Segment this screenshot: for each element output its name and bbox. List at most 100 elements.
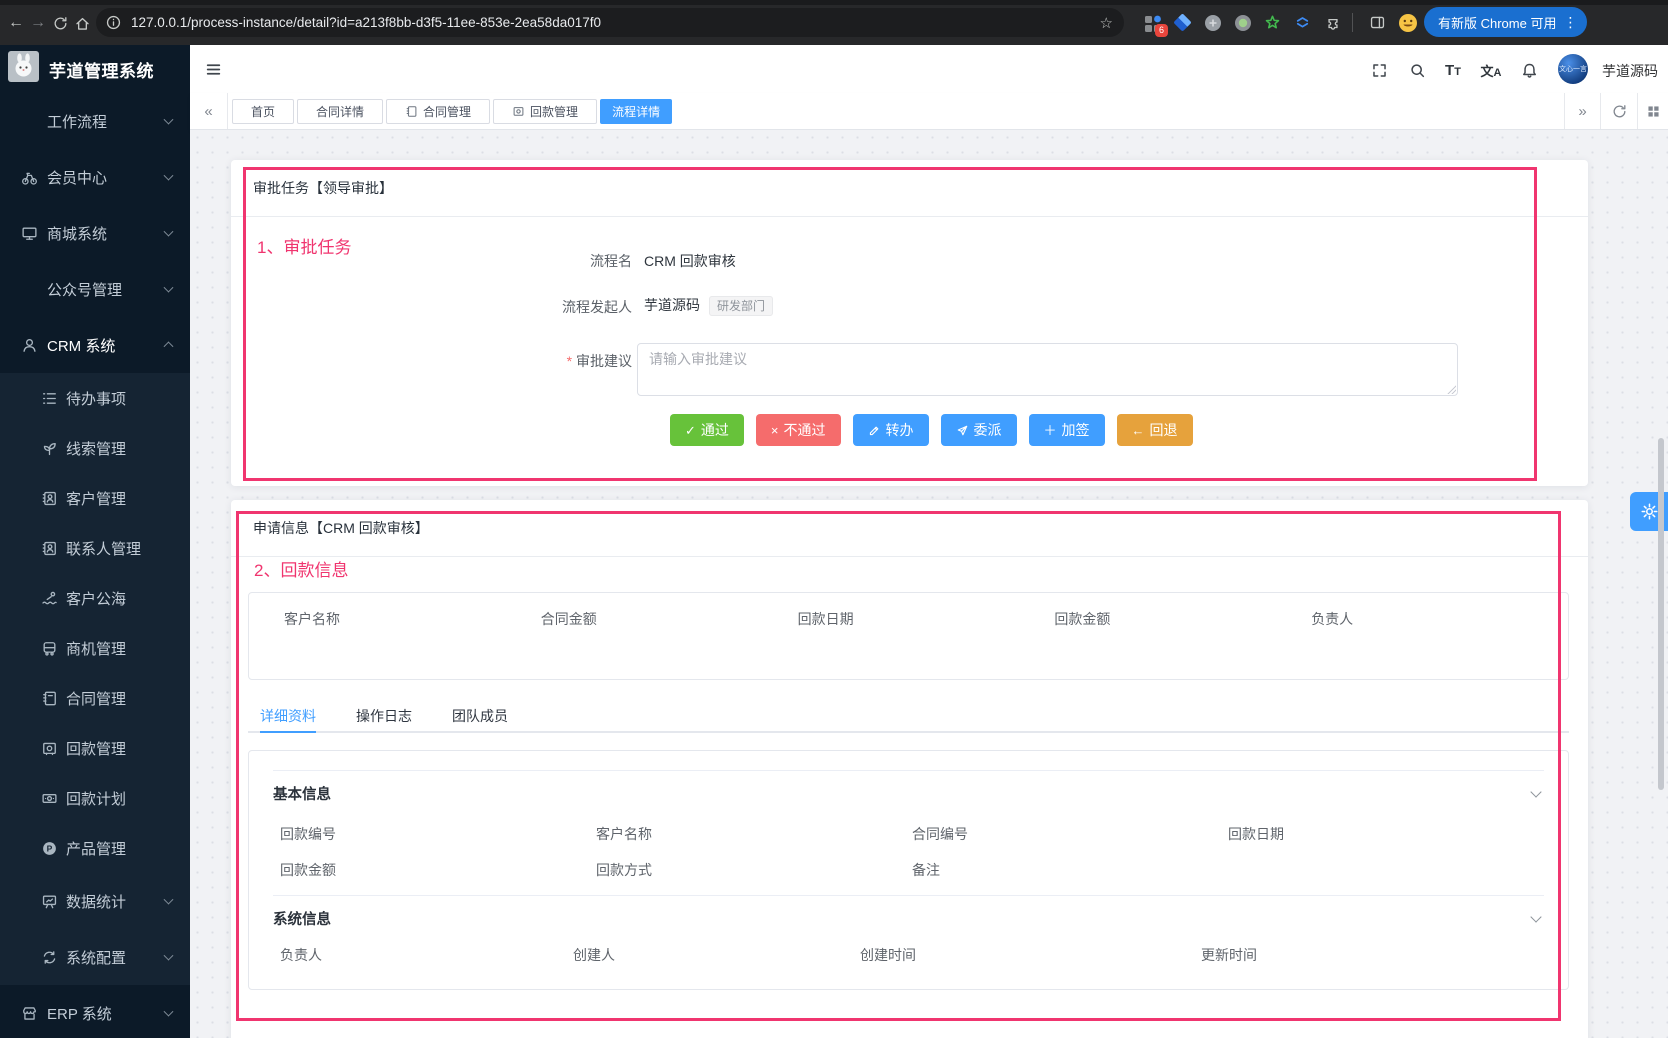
username[interactable]: 芋道源码 (1602, 61, 1658, 81)
col-contract-amount: 合同金额 (541, 609, 798, 629)
browser-menu-icon[interactable]: ⋮ (1563, 14, 1577, 31)
chrome-update-button[interactable]: 有新版 Chrome 可用 ⋮ (1424, 7, 1587, 37)
extension-star-icon[interactable] (1261, 11, 1284, 34)
initiator-name: 芋道源码 (644, 297, 700, 313)
chevron-down-icon (164, 115, 174, 125)
stats-icon (40, 892, 58, 910)
receivable-table: 客户名称 合同金额 回款日期 回款金额 负责人 (248, 592, 1569, 680)
contract-icon (405, 105, 418, 118)
receivable-plan-icon (40, 789, 58, 807)
address-bar[interactable]: 127.0.0.1/process-instance/detail?id=a21… (96, 8, 1124, 37)
field-receivable-amount: 回款金额 (280, 860, 596, 880)
extension-grid-icon[interactable]: 6 (1141, 11, 1164, 34)
user-avatar[interactable]: 文心一言 (1558, 54, 1588, 84)
app-logo[interactable]: 芋道管理系统 (0, 45, 190, 93)
tab-detail-info[interactable]: 详细资料 (260, 700, 316, 731)
tab-receivable-manage[interactable]: 回款管理 (493, 99, 597, 124)
extensions-puzzle-icon[interactable] (1321, 11, 1344, 34)
sidebar-item-erp-system[interactable]: ERP 系统 (0, 985, 190, 1038)
process-name-value: CRM 回款审核 (644, 251, 736, 271)
sidebar-item-contract[interactable]: 合同管理 (0, 673, 190, 723)
app-header: TT 文A 文心一言 芋道源码 (190, 45, 1668, 93)
receivable-icon (512, 105, 525, 118)
chevron-down-icon[interactable] (1530, 786, 1541, 797)
language-icon[interactable]: 文A (1480, 59, 1502, 81)
browser-top-strip (0, 0, 1668, 5)
sidebar-item-customer[interactable]: 客户管理 (0, 473, 190, 523)
sidebar-item-receivable-plan[interactable]: 回款计划 (0, 773, 190, 823)
notification-bell-icon[interactable] (1518, 59, 1540, 81)
sidebar-item-public-pool[interactable]: 客户公海 (0, 573, 190, 623)
sidebar-item-system-config[interactable]: 系统配置 (0, 929, 190, 985)
search-icon[interactable] (1406, 59, 1428, 81)
basic-info-row-2: 回款金额 回款方式 备注 (273, 852, 1544, 887)
tabs-collapse-left-icon[interactable]: « (190, 93, 228, 129)
chevron-down-icon (164, 951, 174, 961)
reject-button[interactable]: ×不通过 (756, 414, 841, 446)
extension-kite-icon[interactable] (1171, 11, 1194, 34)
tab-contract-manage[interactable]: 合同管理 (386, 99, 490, 124)
app-title: 芋道管理系统 (49, 57, 154, 82)
hamburger-menu-icon[interactable] (202, 58, 224, 80)
opinion-textarea[interactable] (637, 343, 1458, 396)
tabs-layout-grid-icon[interactable] (1637, 93, 1668, 129)
edit-icon (868, 424, 881, 437)
sidebar-item-contact[interactable]: 联系人管理 (0, 523, 190, 573)
browser-home-icon[interactable] (70, 11, 94, 35)
process-name-label: 流程名 (432, 251, 632, 271)
emoji-profile-icon[interactable] (1396, 11, 1419, 34)
sidebar-item-receivable[interactable]: 回款管理 (0, 723, 190, 773)
col-customer-name: 客户名称 (284, 609, 541, 629)
extension-record-icon[interactable] (1231, 11, 1254, 34)
sidebar-item-official-account[interactable]: 公众号管理 (0, 261, 190, 317)
contract-icon (40, 689, 58, 707)
transfer-button[interactable]: 转办 (853, 414, 929, 446)
tab-operation-log[interactable]: 操作日志 (356, 700, 412, 731)
browser-forward-icon[interactable]: → (26, 11, 50, 35)
col-receivable-amount: 回款金额 (1054, 609, 1311, 629)
chrome-update-label: 有新版 Chrome 可用 (1438, 13, 1556, 32)
approval-card-title: 审批任务【领导审批】 (253, 178, 393, 198)
sidebar-item-todo[interactable]: 待办事项 (0, 373, 190, 423)
basic-info-section-header[interactable]: 基本信息 (273, 771, 1544, 816)
back-arrow-icon: ← (1132, 424, 1145, 437)
fullscreen-icon[interactable] (1368, 59, 1390, 81)
sidebar-item-clue[interactable]: 线索管理 (0, 423, 190, 473)
field-receivable-method: 回款方式 (596, 860, 912, 880)
system-info-section-header[interactable]: 系统信息 (273, 896, 1544, 941)
return-button[interactable]: ←回退 (1117, 414, 1193, 446)
sidebar-item-member-center[interactable]: 会员中心 (0, 149, 190, 205)
page-tabs: 首页 合同详情 合同管理 回款管理 流程详情 (232, 99, 672, 124)
tab-team-members[interactable]: 团队成员 (452, 700, 508, 731)
basic-info-row-1: 回款编号 客户名称 合同编号 回款日期 (273, 816, 1544, 852)
add-sign-button[interactable]: ＋加签 (1029, 414, 1105, 446)
sidebar-item-crm-system[interactable]: CRM 系统 (0, 317, 190, 373)
page-scrollbar-thumb[interactable] (1658, 438, 1664, 790)
extension-layers-icon[interactable] (1291, 11, 1314, 34)
tab-contract-detail[interactable]: 合同详情 (297, 99, 383, 124)
browser-reload-icon[interactable] (48, 11, 72, 35)
tabs-expand-right-icon[interactable]: » (1564, 93, 1600, 129)
sidebar-item-business[interactable]: 商机管理 (0, 623, 190, 673)
site-info-icon[interactable] (105, 14, 122, 31)
tab-home[interactable]: 首页 (232, 99, 294, 124)
side-panel-icon[interactable] (1366, 11, 1389, 34)
font-size-icon[interactable]: TT (1442, 59, 1464, 81)
chevron-down-icon[interactable] (1530, 911, 1541, 922)
sidebar: 芋道管理系统 工作流程 会员中心 商城系统 公众号管理 (0, 45, 190, 1038)
delegate-button[interactable]: 委派 (941, 414, 1017, 446)
sidebar-item-product[interactable]: P 产品管理 (0, 823, 190, 873)
approve-button[interactable]: ✓通过 (670, 414, 744, 446)
sidebar-item-data-stats[interactable]: 数据统计 (0, 873, 190, 929)
sidebar-item-workflow[interactable]: 工作流程 (0, 93, 190, 149)
no-icon (20, 280, 38, 298)
detail-collapse-panel: 基本信息 回款编号 客户名称 合同编号 回款日期 回款金额 回款方式 备注 (248, 750, 1569, 990)
extension-gray-icon[interactable] (1201, 11, 1224, 34)
field-customer-name: 客户名称 (596, 824, 912, 844)
tab-process-detail[interactable]: 流程详情 (600, 99, 672, 124)
product-icon: P (40, 839, 58, 857)
browser-back-icon[interactable]: ← (4, 11, 28, 35)
tabs-refresh-icon[interactable] (1600, 93, 1637, 129)
bookmark-star-icon[interactable]: ☆ (1100, 14, 1113, 32)
sidebar-item-mall-system[interactable]: 商城系统 (0, 205, 190, 261)
